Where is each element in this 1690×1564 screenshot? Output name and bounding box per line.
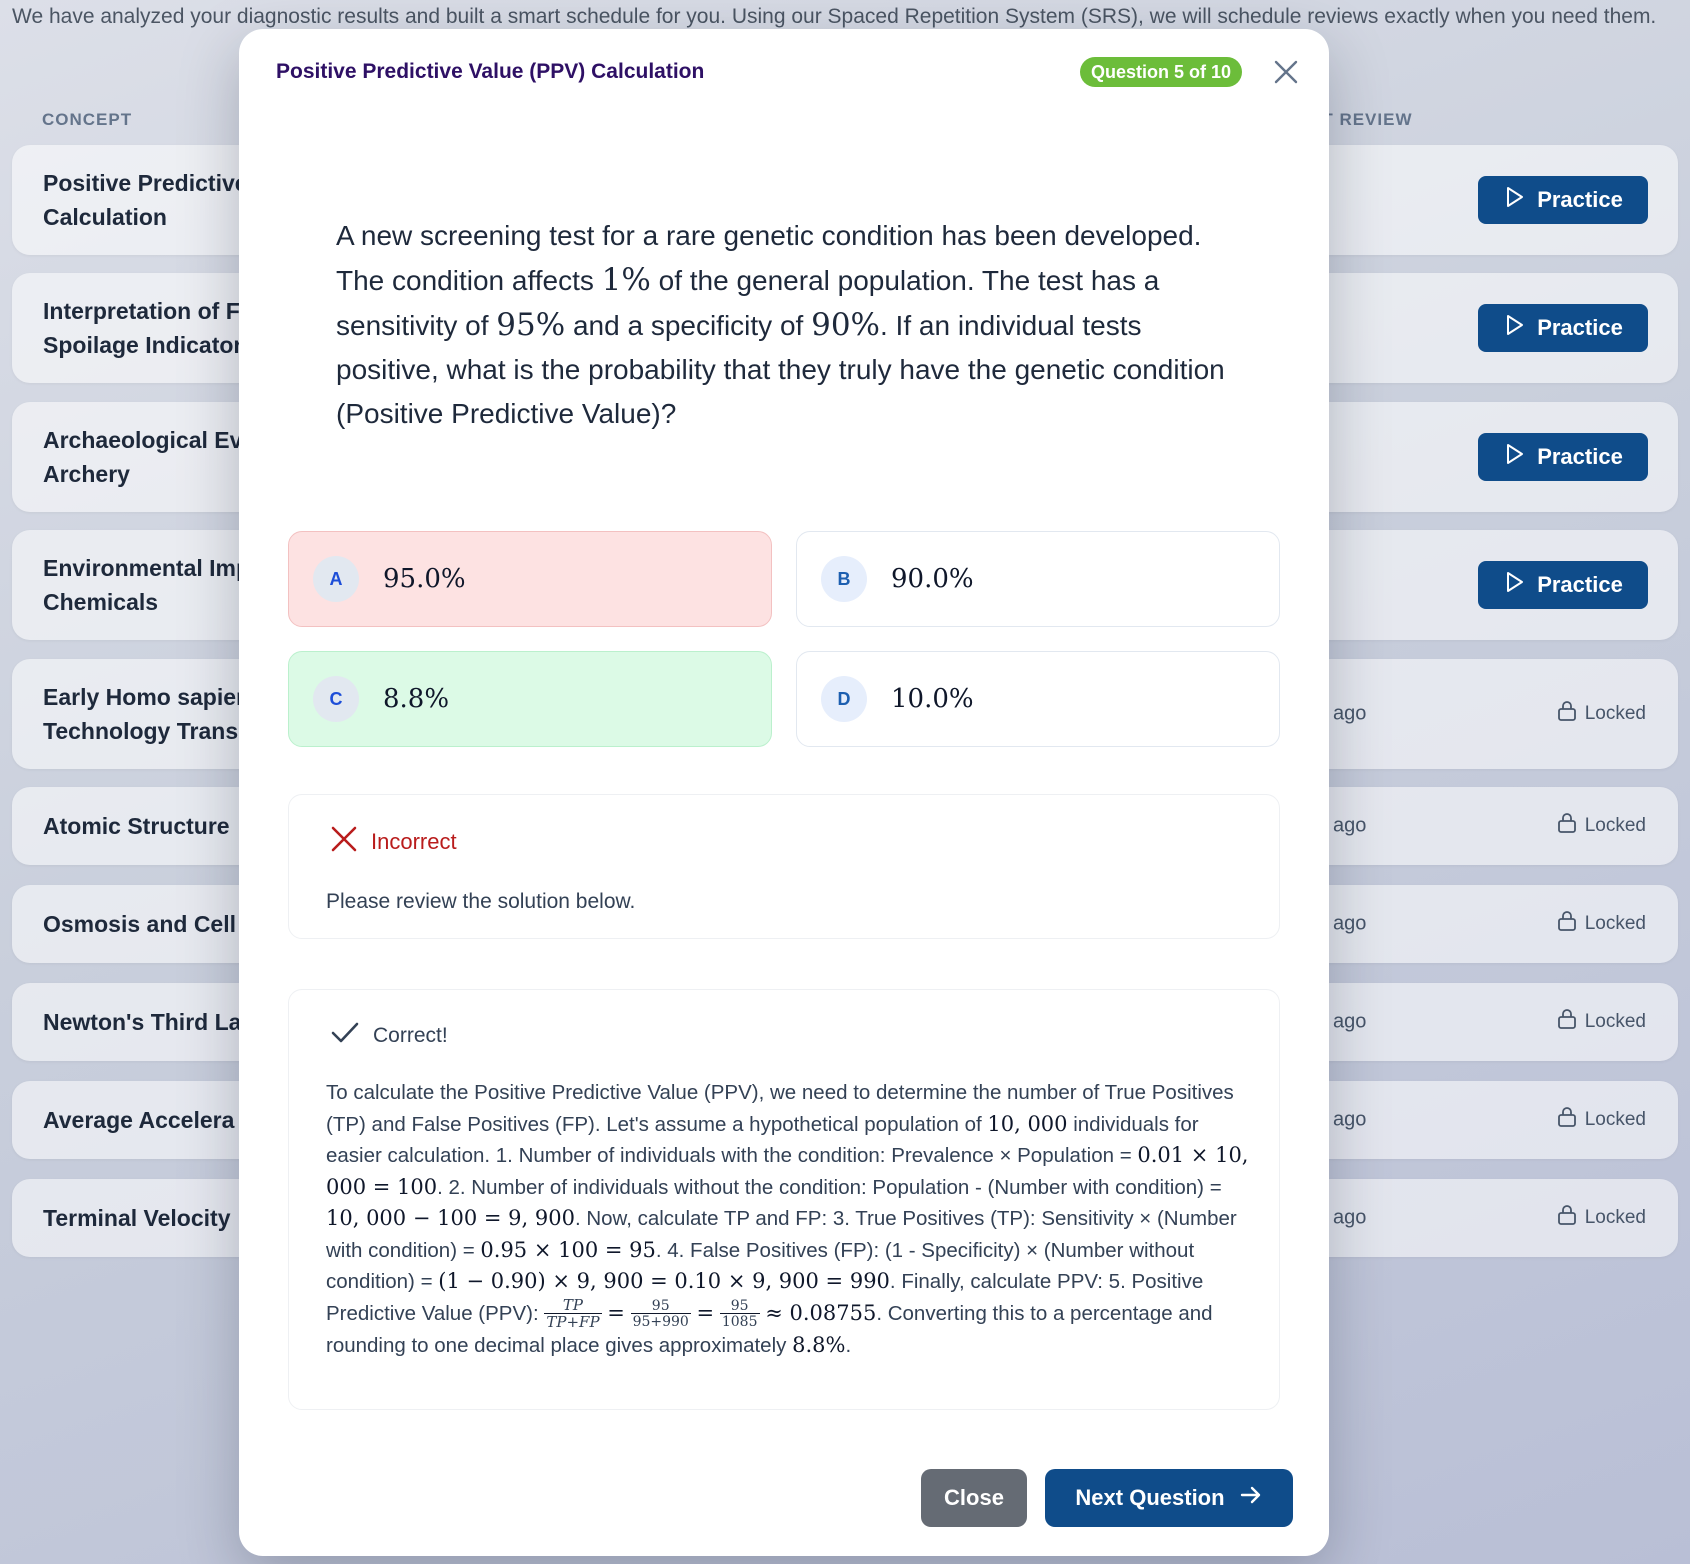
next-review-time: ago [1333,1010,1367,1033]
locked-label: Locked [1584,703,1646,724]
close-icon[interactable] [1273,59,1299,85]
option-value: 10.0% [891,684,974,714]
concept-name: Early Homo sapier Technology Trans [43,684,245,744]
concept-name: Atomic Structure [43,813,230,839]
concept-name: Average Accelera [43,1107,235,1133]
feedback-status-label: Incorrect [371,829,457,854]
feedback-message: Please review the solution below. [326,890,636,913]
answer-feedback: Incorrect Please review the solution bel… [288,794,1280,939]
concept-name: Archaeological Ev Archery [43,427,243,487]
locked-label: Locked [1584,1207,1646,1228]
solution-status-label: Correct! [373,1024,448,1047]
option-b[interactable]: B 90.0% [796,531,1280,627]
next-review-time: ago [1333,912,1367,935]
x-icon [331,826,357,858]
option-letter: C [313,676,359,722]
next-question-label: Next Question [1075,1485,1225,1510]
practice-button[interactable]: Practice [1478,304,1648,352]
locked-status: Locked [1557,1204,1646,1232]
solution-panel: Correct! To calculate the Positive Predi… [288,989,1280,1410]
fraction: 95 95+990 [630,1298,691,1331]
option-a[interactable]: A 95.0% [288,531,772,627]
close-button[interactable]: Close [921,1469,1027,1527]
practice-button-label: Practice [1537,187,1623,212]
math-inline: 90% [811,307,880,343]
solution-status: Correct! [331,1021,448,1051]
concept-name: Environmental Imp Chemicals [43,555,251,615]
lock-icon [1557,1008,1577,1036]
option-value: 90.0% [891,564,974,594]
play-icon [1503,443,1525,471]
locked-label: Locked [1584,815,1646,836]
modal-title: Positive Predictive Value (PPV) Calculat… [276,60,705,83]
locked-label: Locked [1584,913,1646,934]
concept-name: Interpretation of F Spoilage Indicator [43,298,243,358]
locked-status: Locked [1557,1106,1646,1134]
lock-icon [1557,1106,1577,1134]
fraction: 95 1085 [719,1298,760,1331]
lock-icon [1557,700,1577,728]
option-d[interactable]: D 10.0% [796,651,1280,747]
lock-icon [1557,1204,1577,1232]
checkmark-icon [331,1021,359,1051]
practice-button-label: Practice [1537,444,1623,469]
play-icon [1503,314,1525,342]
concept-name: Positive Predictive Calculation [43,170,248,230]
concept-name: Osmosis and Cell [43,911,237,937]
option-letter: A [313,556,359,602]
question-text: A new screening test for a rare genetic … [336,220,1225,429]
practice-button[interactable]: Practice [1478,176,1648,224]
math-inline: 95% [496,307,566,343]
practice-button-label: Practice [1537,572,1623,597]
next-review-time: ago [1333,702,1367,725]
option-value: 8.8% [383,684,450,714]
option-letter: B [821,556,867,602]
locked-status: Locked [1557,700,1646,728]
option-value: 95.0% [383,564,466,594]
arrow-right-icon [1239,1483,1263,1513]
math-inline: 1% [601,262,651,298]
question-modal: Positive Predictive Value (PPV) Calculat… [239,29,1329,1556]
next-question-button[interactable]: Next Question [1045,1469,1293,1527]
concept-name: Newton's Third La [43,1009,242,1035]
locked-status: Locked [1557,1008,1646,1036]
locked-label: Locked [1584,1011,1646,1032]
fraction: TP TP+FP [544,1296,602,1332]
locked-status: Locked [1557,910,1646,938]
play-icon [1503,186,1525,214]
feedback-status: Incorrect [331,826,457,858]
practice-button[interactable]: Practice [1478,561,1648,609]
lock-icon [1557,910,1577,938]
practice-button[interactable]: Practice [1478,433,1648,481]
next-review-time: ago [1333,1206,1367,1229]
option-letter: D [821,676,867,722]
concept-name: Terminal Velocity [43,1205,231,1231]
play-icon [1503,571,1525,599]
lock-icon [1557,812,1577,840]
intro-text: We have analyzed your diagnostic results… [12,5,1657,28]
next-review-time: ago [1333,814,1367,837]
option-c[interactable]: C 8.8% [288,651,772,747]
question-progress-badge: Question 5 of 10 [1080,57,1243,87]
practice-button-label: Practice [1537,315,1623,340]
locked-label: Locked [1584,1109,1646,1130]
locked-status: Locked [1557,812,1646,840]
next-review-time: ago [1333,1108,1367,1131]
column-header-concept: CONCEPT [42,110,133,129]
solution-text: To calculate the Positive Predictive Val… [326,1081,1249,1358]
